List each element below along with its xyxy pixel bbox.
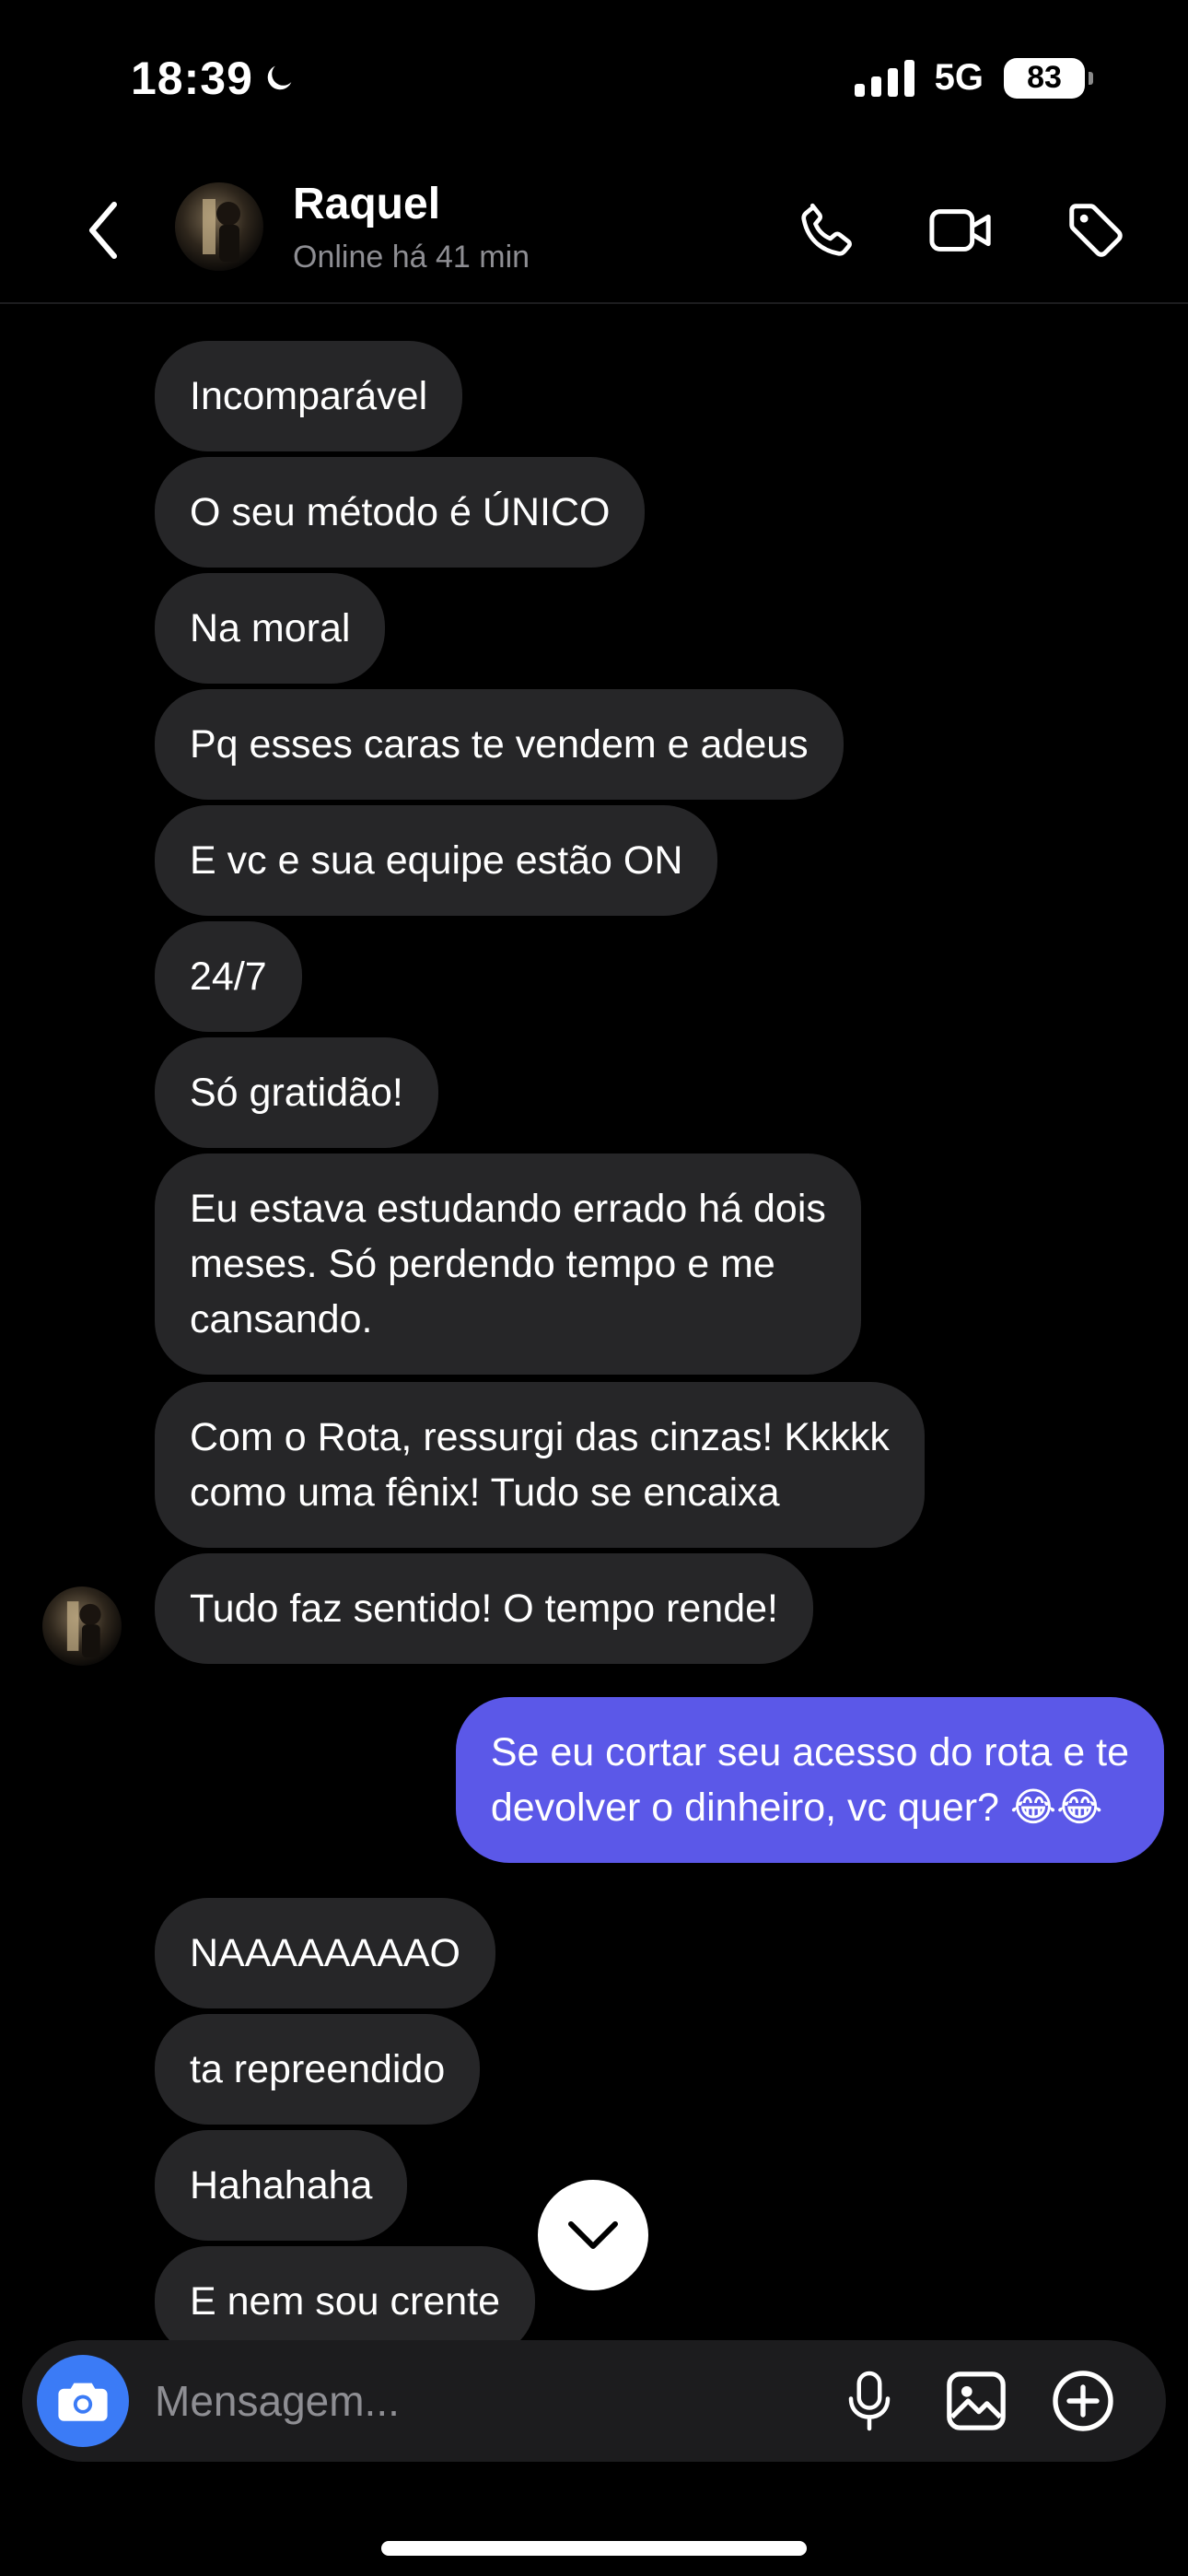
video-call-button[interactable] [925, 193, 998, 267]
avatar-image [42, 1587, 122, 1666]
message-bubble-incoming[interactable]: Na moral [155, 573, 386, 684]
call-button[interactable] [790, 193, 864, 267]
message-bubble-incoming[interactable]: 24/7 [155, 921, 302, 1032]
avatar-image [175, 182, 263, 271]
message-input[interactable] [155, 2364, 818, 2438]
network-type: 5G [934, 57, 984, 98]
message-list[interactable]: Incomparável O seu método é ÚNICO Na mor… [0, 304, 1188, 2340]
chevron-down-icon [568, 2221, 618, 2249]
contact-name[interactable]: Raquel [293, 179, 440, 229]
phone-icon [801, 203, 852, 256]
message-bubble-incoming[interactable]: O seu método é ÚNICO [155, 457, 646, 568]
message-bubble-outgoing[interactable]: Se eu cortar seu acesso do rota e te dev… [455, 1697, 1164, 1863]
message-bubble-incoming[interactable]: Eu estava estudando errado há dois meses… [155, 1153, 861, 1375]
battery-level: 83 [1027, 60, 1062, 95]
microphone-icon [848, 2371, 891, 2431]
home-indicator[interactable] [381, 2541, 807, 2556]
camera-button[interactable] [37, 2355, 129, 2447]
plus-circle-icon [1053, 2371, 1113, 2431]
image-icon [947, 2371, 1006, 2430]
video-icon [929, 209, 991, 252]
voice-message-button[interactable] [833, 2364, 906, 2438]
scroll-to-bottom-button[interactable] [538, 2180, 648, 2290]
chat-header: Raquel Online há 41 min [0, 166, 1188, 304]
message-bubble-incoming[interactable]: Só gratidão! [155, 1037, 438, 1148]
message-bubble-incoming[interactable]: Com o Rota, ressurgi das cinzas! Kkkkk c… [155, 1382, 925, 1548]
message-bubble-incoming[interactable]: E vc e sua equipe estão ON [155, 805, 718, 916]
contact-avatar[interactable] [175, 182, 263, 271]
message-sender-avatar[interactable] [42, 1587, 122, 1666]
cellular-signal-icon [854, 59, 914, 97]
back-button[interactable] [76, 193, 131, 267]
gallery-button[interactable] [939, 2364, 1013, 2438]
message-bubble-incoming[interactable]: Pq esses caras te vendem e adeus [155, 689, 844, 800]
message-bubble-incoming[interactable]: Hahahaha [155, 2130, 408, 2241]
status-indicators: 5G 83 [854, 57, 1093, 99]
more-options-button[interactable] [1046, 2364, 1120, 2438]
status-time-text: 18:39 [131, 53, 253, 104]
chevron-left-icon [89, 202, 117, 259]
moon-icon [267, 65, 292, 90]
message-bubble-incoming[interactable]: E nem sou crente [155, 2246, 536, 2340]
message-bubble-incoming[interactable]: Tudo faz sentido! O tempo rende! [155, 1553, 813, 1664]
status-time: 18:39 [131, 52, 297, 105]
tag-button[interactable] [1059, 193, 1133, 267]
camera-icon [58, 2383, 108, 2421]
status-bar: 18:39 5G 83 [0, 0, 1188, 157]
message-bubble-incoming[interactable]: Incomparável [155, 341, 463, 451]
battery-icon: 83 [1004, 57, 1093, 99]
tag-icon [1069, 204, 1123, 257]
message-bubble-incoming[interactable]: NAAAAAAAAO [155, 1898, 495, 2008]
message-bubble-incoming[interactable]: ta repreendido [155, 2014, 481, 2125]
contact-online-status: Online há 41 min [293, 240, 530, 275]
message-composer [22, 2340, 1166, 2462]
